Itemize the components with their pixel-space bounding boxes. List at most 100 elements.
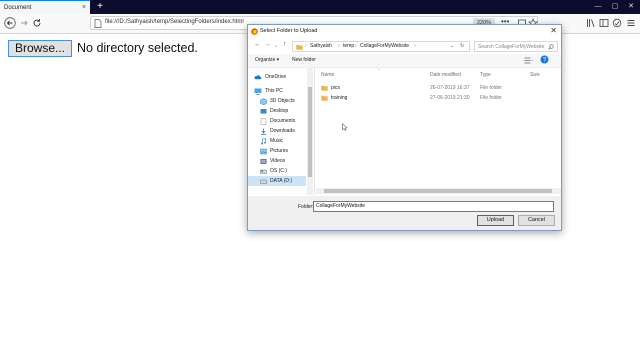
search-icon xyxy=(548,44,554,50)
nav-item-label: Videos xyxy=(270,158,286,164)
breadcrumb-separator-icon: › xyxy=(338,43,340,49)
nav-scrollbar-thumb[interactable] xyxy=(308,87,312,177)
select-folder-dialog: Select Folder to Upload ✕ ← → ⌄ ↑ › Sath… xyxy=(247,24,562,231)
nav-item-label: This PC xyxy=(265,88,283,94)
breadcrumb-item[interactable]: temp xyxy=(343,43,354,49)
documents-icon xyxy=(260,117,267,125)
nav-item-label: OS (C:) xyxy=(270,168,287,174)
breadcrumb-item[interactable]: Sathyaish xyxy=(310,43,332,49)
maximize-button[interactable]: ▢ xyxy=(607,0,623,14)
pictures-icon xyxy=(260,148,267,154)
file-date: 27-06-2019 21:30 xyxy=(430,95,470,101)
back-arrow-icon xyxy=(4,17,16,29)
breadcrumb-separator-icon: › xyxy=(414,43,416,49)
search-placeholder: Search CollageForMyWebsite xyxy=(478,44,545,50)
dialog-close-icon[interactable]: ✕ xyxy=(550,26,557,35)
search-field[interactable]: Search CollageForMyWebsite xyxy=(474,41,558,52)
nav-item-label: Documents xyxy=(270,118,296,124)
column-header-date[interactable]: Date modified xyxy=(430,72,461,78)
file-row[interactable]: training 27-06-2019 21:30 File folder xyxy=(316,94,556,103)
hamburger-menu-icon[interactable] xyxy=(626,18,636,28)
browser-tab[interactable]: Document × xyxy=(0,0,90,14)
download-icon xyxy=(261,128,266,135)
column-header-name[interactable]: Name xyxy=(321,72,334,78)
browse-button[interactable]: Browse... xyxy=(8,40,72,57)
breadcrumb-separator-icon: › xyxy=(305,43,307,49)
tab-title: Document xyxy=(4,4,32,11)
videos-icon xyxy=(260,158,267,164)
file-row[interactable]: pics 26-07-2019 16:37 File folder xyxy=(316,84,556,93)
file-type: File folder xyxy=(480,85,502,91)
organize-menu[interactable]: Organize ▾ xyxy=(255,57,279,63)
firefox-icon xyxy=(251,28,258,35)
file-name: training xyxy=(331,95,348,101)
file-type: File folder xyxy=(480,95,502,101)
drive-icon xyxy=(260,169,267,174)
forward-button[interactable] xyxy=(18,17,30,29)
file-date: 26-07-2019 16:37 xyxy=(430,85,470,91)
dialog-back-icon[interactable]: ← xyxy=(254,41,261,48)
folder-label: Folder: xyxy=(298,204,314,210)
dialog-footer: Folder: CollageForMyWebsite Upload Cance… xyxy=(248,196,561,230)
dialog-forward-icon[interactable]: → xyxy=(264,41,271,48)
column-header-size[interactable]: Size xyxy=(530,72,540,78)
computer-icon xyxy=(254,88,262,95)
nav-item-label: Music xyxy=(270,138,284,144)
folder-icon xyxy=(296,44,303,50)
cancel-button[interactable]: Cancel xyxy=(518,215,555,226)
sidebar-icon[interactable] xyxy=(599,18,609,28)
breadcrumb-item[interactable]: CollageForMyWebsite xyxy=(360,43,409,49)
horizontal-scrollbar-thumb[interactable] xyxy=(324,189,552,193)
forward-arrow-icon xyxy=(21,20,28,26)
dialog-titlebar: Select Folder to Upload ✕ xyxy=(248,25,561,39)
library-icon[interactable] xyxy=(586,18,596,28)
file-list-pane: Name ^ Date modified Type Size pics 26-0… xyxy=(316,67,561,195)
up-folder-icon[interactable]: ↑ xyxy=(283,41,287,48)
nav-item-label: Downloads xyxy=(270,128,295,134)
cloud-icon xyxy=(254,75,262,80)
nav-item-data-d[interactable]: DATA (D:) xyxy=(248,176,306,186)
extension-icon[interactable] xyxy=(612,18,622,28)
page-icon xyxy=(94,19,102,28)
drive-icon xyxy=(260,179,267,184)
file-list-horizontal-scrollbar[interactable] xyxy=(316,188,561,194)
tab-strip: Document × + — ▢ ✕ xyxy=(0,0,640,14)
tab-close-icon[interactable]: × xyxy=(82,3,86,12)
reload-button[interactable] xyxy=(31,17,43,29)
nav-item-label: DATA (D:) xyxy=(270,178,293,184)
column-header-type[interactable]: Type xyxy=(480,72,491,78)
breadcrumb-separator-icon: › xyxy=(355,43,357,49)
address-bar[interactable]: › Sathyaish › temp › CollageForMyWebsite… xyxy=(292,41,470,52)
folder-icon xyxy=(321,85,328,91)
view-options-icon[interactable] xyxy=(524,57,533,64)
address-dropdown-icon[interactable]: ⌄ xyxy=(450,43,454,49)
folder-name-input[interactable]: CollageForMyWebsite xyxy=(313,201,554,212)
sort-arrow-icon: ^ xyxy=(378,67,380,72)
desktop-icon xyxy=(260,108,267,113)
new-tab-button[interactable]: + xyxy=(94,0,106,14)
minimize-button[interactable]: — xyxy=(590,0,606,14)
nav-item-label: OneDrive xyxy=(265,74,287,80)
dialog-toolbar: Organize ▾ New folder ? xyxy=(248,54,561,68)
dialog-title: Select Folder to Upload xyxy=(260,28,318,34)
refresh-icon[interactable]: ↻ xyxy=(460,43,464,49)
mouse-cursor-icon xyxy=(342,123,348,131)
nav-pane-scrollbar[interactable] xyxy=(307,67,313,195)
directory-status-text: No directory selected. xyxy=(77,41,198,55)
nav-item-onedrive[interactable]: OneDrive xyxy=(254,72,312,82)
back-button[interactable] xyxy=(4,17,16,29)
url-text: file:///D:/Sathyaish/temp/SelectingFolde… xyxy=(105,19,244,25)
file-name: pics xyxy=(331,85,340,91)
upload-button[interactable]: Upload xyxy=(477,215,514,226)
recent-locations-icon[interactable]: ⌄ xyxy=(274,43,278,49)
nav-item-this-pc[interactable]: This PC xyxy=(254,86,312,96)
close-window-button[interactable]: ✕ xyxy=(623,0,639,14)
reload-icon xyxy=(33,19,41,27)
dialog-nav-bar: ← → ⌄ ↑ › Sathyaish › temp › CollageForM… xyxy=(248,39,561,54)
nav-item-label: Pictures xyxy=(270,148,289,154)
help-icon[interactable]: ? xyxy=(540,55,549,64)
nav-item-label: Desktop xyxy=(270,108,289,114)
navigation-pane: OneDrive This PC 3D Objects Desktop Docu… xyxy=(248,67,315,195)
music-icon xyxy=(261,137,266,144)
new-folder-button[interactable]: New folder xyxy=(292,57,316,63)
